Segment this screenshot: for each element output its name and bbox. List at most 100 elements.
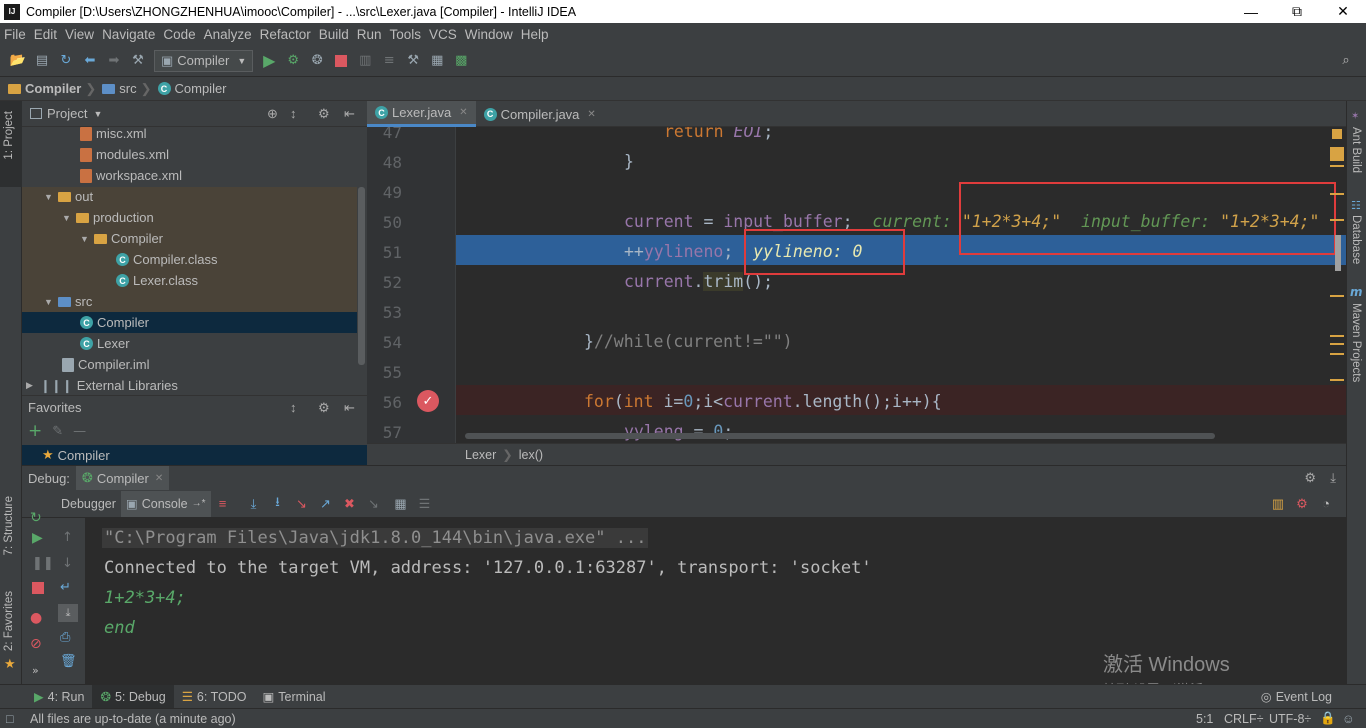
expand-arrow-icon[interactable]: ▼ bbox=[44, 192, 54, 202]
tab-debugger[interactable]: Debugger bbox=[56, 491, 121, 517]
debug-session-tab[interactable]: ❂ Compiler ✕ bbox=[75, 466, 170, 490]
menu-edit[interactable]: Edit bbox=[30, 27, 61, 42]
step-over-icon[interactable]: ⤓ bbox=[245, 495, 263, 513]
menu-file[interactable]: File bbox=[0, 27, 30, 42]
inspector-icon[interactable]: ☺ bbox=[1342, 712, 1355, 726]
gear-icon[interactable]: ⚙ bbox=[318, 106, 330, 122]
tool-tab-todo[interactable]: ☰ 6: TODO bbox=[174, 685, 255, 709]
chevron-down-icon[interactable]: ▼ bbox=[93, 109, 102, 119]
back-icon[interactable]: ⬅ bbox=[81, 52, 99, 70]
tree-item-lexer[interactable]: C Lexer bbox=[22, 333, 357, 354]
tree-item-compiler-folder[interactable]: ▼ Compiler bbox=[22, 228, 357, 249]
add-icon[interactable]: + bbox=[28, 421, 42, 441]
tool-tab-debug[interactable]: ❂ 5: Debug bbox=[92, 684, 174, 709]
close-icon[interactable]: ✕ bbox=[155, 473, 163, 484]
tree-item-compiler-class[interactable]: C Compiler.class bbox=[22, 249, 357, 270]
down-arrow-icon[interactable]: ↓ bbox=[62, 556, 73, 571]
step-into-icon[interactable]: ⭳ bbox=[269, 494, 287, 513]
menu-help[interactable]: Help bbox=[517, 27, 553, 42]
soft-wrap-icon[interactable]: ↵ bbox=[60, 580, 71, 595]
edit-icon[interactable]: ✎ bbox=[52, 424, 63, 439]
run-icon[interactable]: ▶ bbox=[260, 51, 278, 70]
lock-icon[interactable]: 🔒 bbox=[1320, 711, 1336, 726]
menu-run[interactable]: Run bbox=[353, 27, 386, 42]
step-out-icon[interactable]: ↗ bbox=[317, 495, 335, 513]
close-icon[interactable]: ✕ bbox=[459, 107, 467, 118]
remove-icon[interactable]: — bbox=[73, 424, 86, 439]
up-arrow-icon[interactable]: ↑ bbox=[62, 530, 73, 545]
code-editor[interactable]: 47 48 49 50 51 52 53 54 55 56 57 ✓ retur… bbox=[367, 127, 1346, 443]
menu-navigate[interactable]: Navigate bbox=[98, 27, 159, 42]
status-toggle-icon[interactable]: □ bbox=[6, 712, 14, 726]
tree-item-compiler-iml[interactable]: Compiler.iml bbox=[22, 354, 357, 375]
sync-icon[interactable]: ↻ bbox=[57, 52, 75, 70]
coverage-icon[interactable]: ❂ bbox=[308, 52, 326, 70]
tree-item-production[interactable]: ▼ production bbox=[22, 207, 357, 228]
tool-tab-database[interactable]: Database bbox=[1350, 215, 1362, 264]
run-config-select[interactable]: ▣ Compiler ▼ bbox=[154, 49, 254, 72]
settings-icon[interactable]: ⚒ bbox=[404, 52, 422, 70]
tree-item-modules-xml[interactable]: modules.xml bbox=[22, 144, 357, 165]
mute-breakpoints-icon[interactable]: ⊘ bbox=[30, 636, 42, 652]
tree-item-workspace-xml[interactable]: workspace.xml bbox=[22, 165, 357, 186]
menu-window[interactable]: Window bbox=[461, 27, 517, 42]
open-folder-icon[interactable]: 📂 bbox=[9, 52, 27, 70]
resume-icon[interactable]: ▶ bbox=[32, 530, 43, 546]
settings-icon[interactable]: ⚙ bbox=[1293, 495, 1311, 513]
tool-tab-event-log[interactable]: ◎ Event Log bbox=[1253, 685, 1340, 709]
menu-analyze[interactable]: Analyze bbox=[200, 27, 256, 42]
tree-item-compiler[interactable]: C Compiler bbox=[22, 312, 357, 333]
tool-tab-run[interactable]: ▶ 4: Run bbox=[26, 685, 92, 709]
print-icon[interactable]: ⎙ bbox=[60, 630, 70, 645]
expand-arrow-icon[interactable]: ▼ bbox=[62, 213, 72, 223]
run-to-cursor-icon[interactable]: ↘ bbox=[365, 495, 383, 513]
menu-refactor[interactable]: Refactor bbox=[256, 27, 315, 42]
favorites-item-compiler[interactable]: ★ Compiler bbox=[22, 445, 367, 465]
editor-h-scrollbar[interactable] bbox=[465, 433, 1215, 439]
close-icon[interactable]: ✕ bbox=[587, 109, 595, 120]
structure-icon[interactable]: ▦ bbox=[428, 52, 446, 70]
save-icon[interactable]: ▤ bbox=[33, 52, 51, 70]
build-icon[interactable]: ⚒ bbox=[129, 52, 147, 70]
expand-arrow-icon[interactable]: ▼ bbox=[44, 297, 54, 307]
gear-icon[interactable]: ⚙ bbox=[318, 400, 330, 416]
tool-tab-favorites[interactable]: 2: Favorites bbox=[3, 591, 15, 651]
tool-tab-maven-projects[interactable]: Maven Projects bbox=[1350, 303, 1362, 382]
restore-icon[interactable]: ▥ bbox=[1269, 495, 1287, 513]
expand-arrow-icon[interactable]: ▶ bbox=[26, 380, 36, 391]
gauge-icon[interactable]: ◔ bbox=[1317, 495, 1335, 513]
cursor-position[interactable]: 5:1 bbox=[1196, 712, 1213, 726]
editor-breadcrumb-class[interactable]: Lexer bbox=[465, 448, 496, 462]
menu-build[interactable]: Build bbox=[315, 27, 353, 42]
tab-lexer-java[interactable]: C Lexer.java ✕ bbox=[367, 101, 476, 127]
breadcrumb-class[interactable]: C Compiler bbox=[157, 81, 227, 96]
tool-tab-ant-build[interactable]: Ant Build bbox=[1350, 127, 1362, 173]
tool-tab-project[interactable]: 1: Project bbox=[3, 111, 15, 160]
forward-icon[interactable]: ➡ bbox=[105, 52, 123, 70]
evaluate-icon[interactable]: ▦ bbox=[392, 495, 410, 513]
error-stripe[interactable] bbox=[1329, 127, 1346, 443]
tool-tab-terminal[interactable]: ▣ Terminal bbox=[254, 685, 333, 709]
breadcrumb-src[interactable]: src bbox=[102, 81, 137, 96]
pause-icon[interactable]: ❚❚ bbox=[32, 556, 54, 571]
hide-icon[interactable]: ⇤ bbox=[344, 400, 355, 416]
file-encoding[interactable]: UTF-8÷ bbox=[1269, 712, 1311, 726]
debug-icon[interactable]: ⚙ bbox=[284, 52, 302, 70]
breakpoint-check-icon[interactable]: ✓ bbox=[417, 390, 439, 412]
line-separator[interactable]: CRLF÷ bbox=[1224, 712, 1264, 726]
show-execution-point-icon[interactable]: ≡ bbox=[214, 495, 232, 513]
collapse-icon[interactable]: ↕ bbox=[290, 106, 297, 121]
tree-item-out[interactable]: ▼ out bbox=[22, 186, 357, 207]
tool-tab-structure[interactable]: 7: Structure bbox=[3, 496, 15, 555]
tree-item-misc-xml[interactable]: misc.xml bbox=[22, 127, 357, 144]
editor-breadcrumb-method[interactable]: lex() bbox=[519, 448, 543, 462]
search-everywhere-icon[interactable]: ⌕ bbox=[1337, 52, 1355, 70]
hide-icon[interactable]: ⇤ bbox=[344, 106, 355, 122]
restore-icon[interactable]: ⧉ bbox=[1274, 0, 1320, 23]
menu-vcs[interactable]: VCS bbox=[425, 27, 461, 42]
hide-icon[interactable]: ⤓ bbox=[1330, 470, 1336, 486]
close-icon[interactable]: ✕ bbox=[1320, 0, 1366, 23]
menu-view[interactable]: View bbox=[61, 27, 98, 42]
rerun-icon[interactable]: ↻ bbox=[30, 510, 42, 526]
gear-icon[interactable]: ⚙ bbox=[1304, 470, 1316, 486]
